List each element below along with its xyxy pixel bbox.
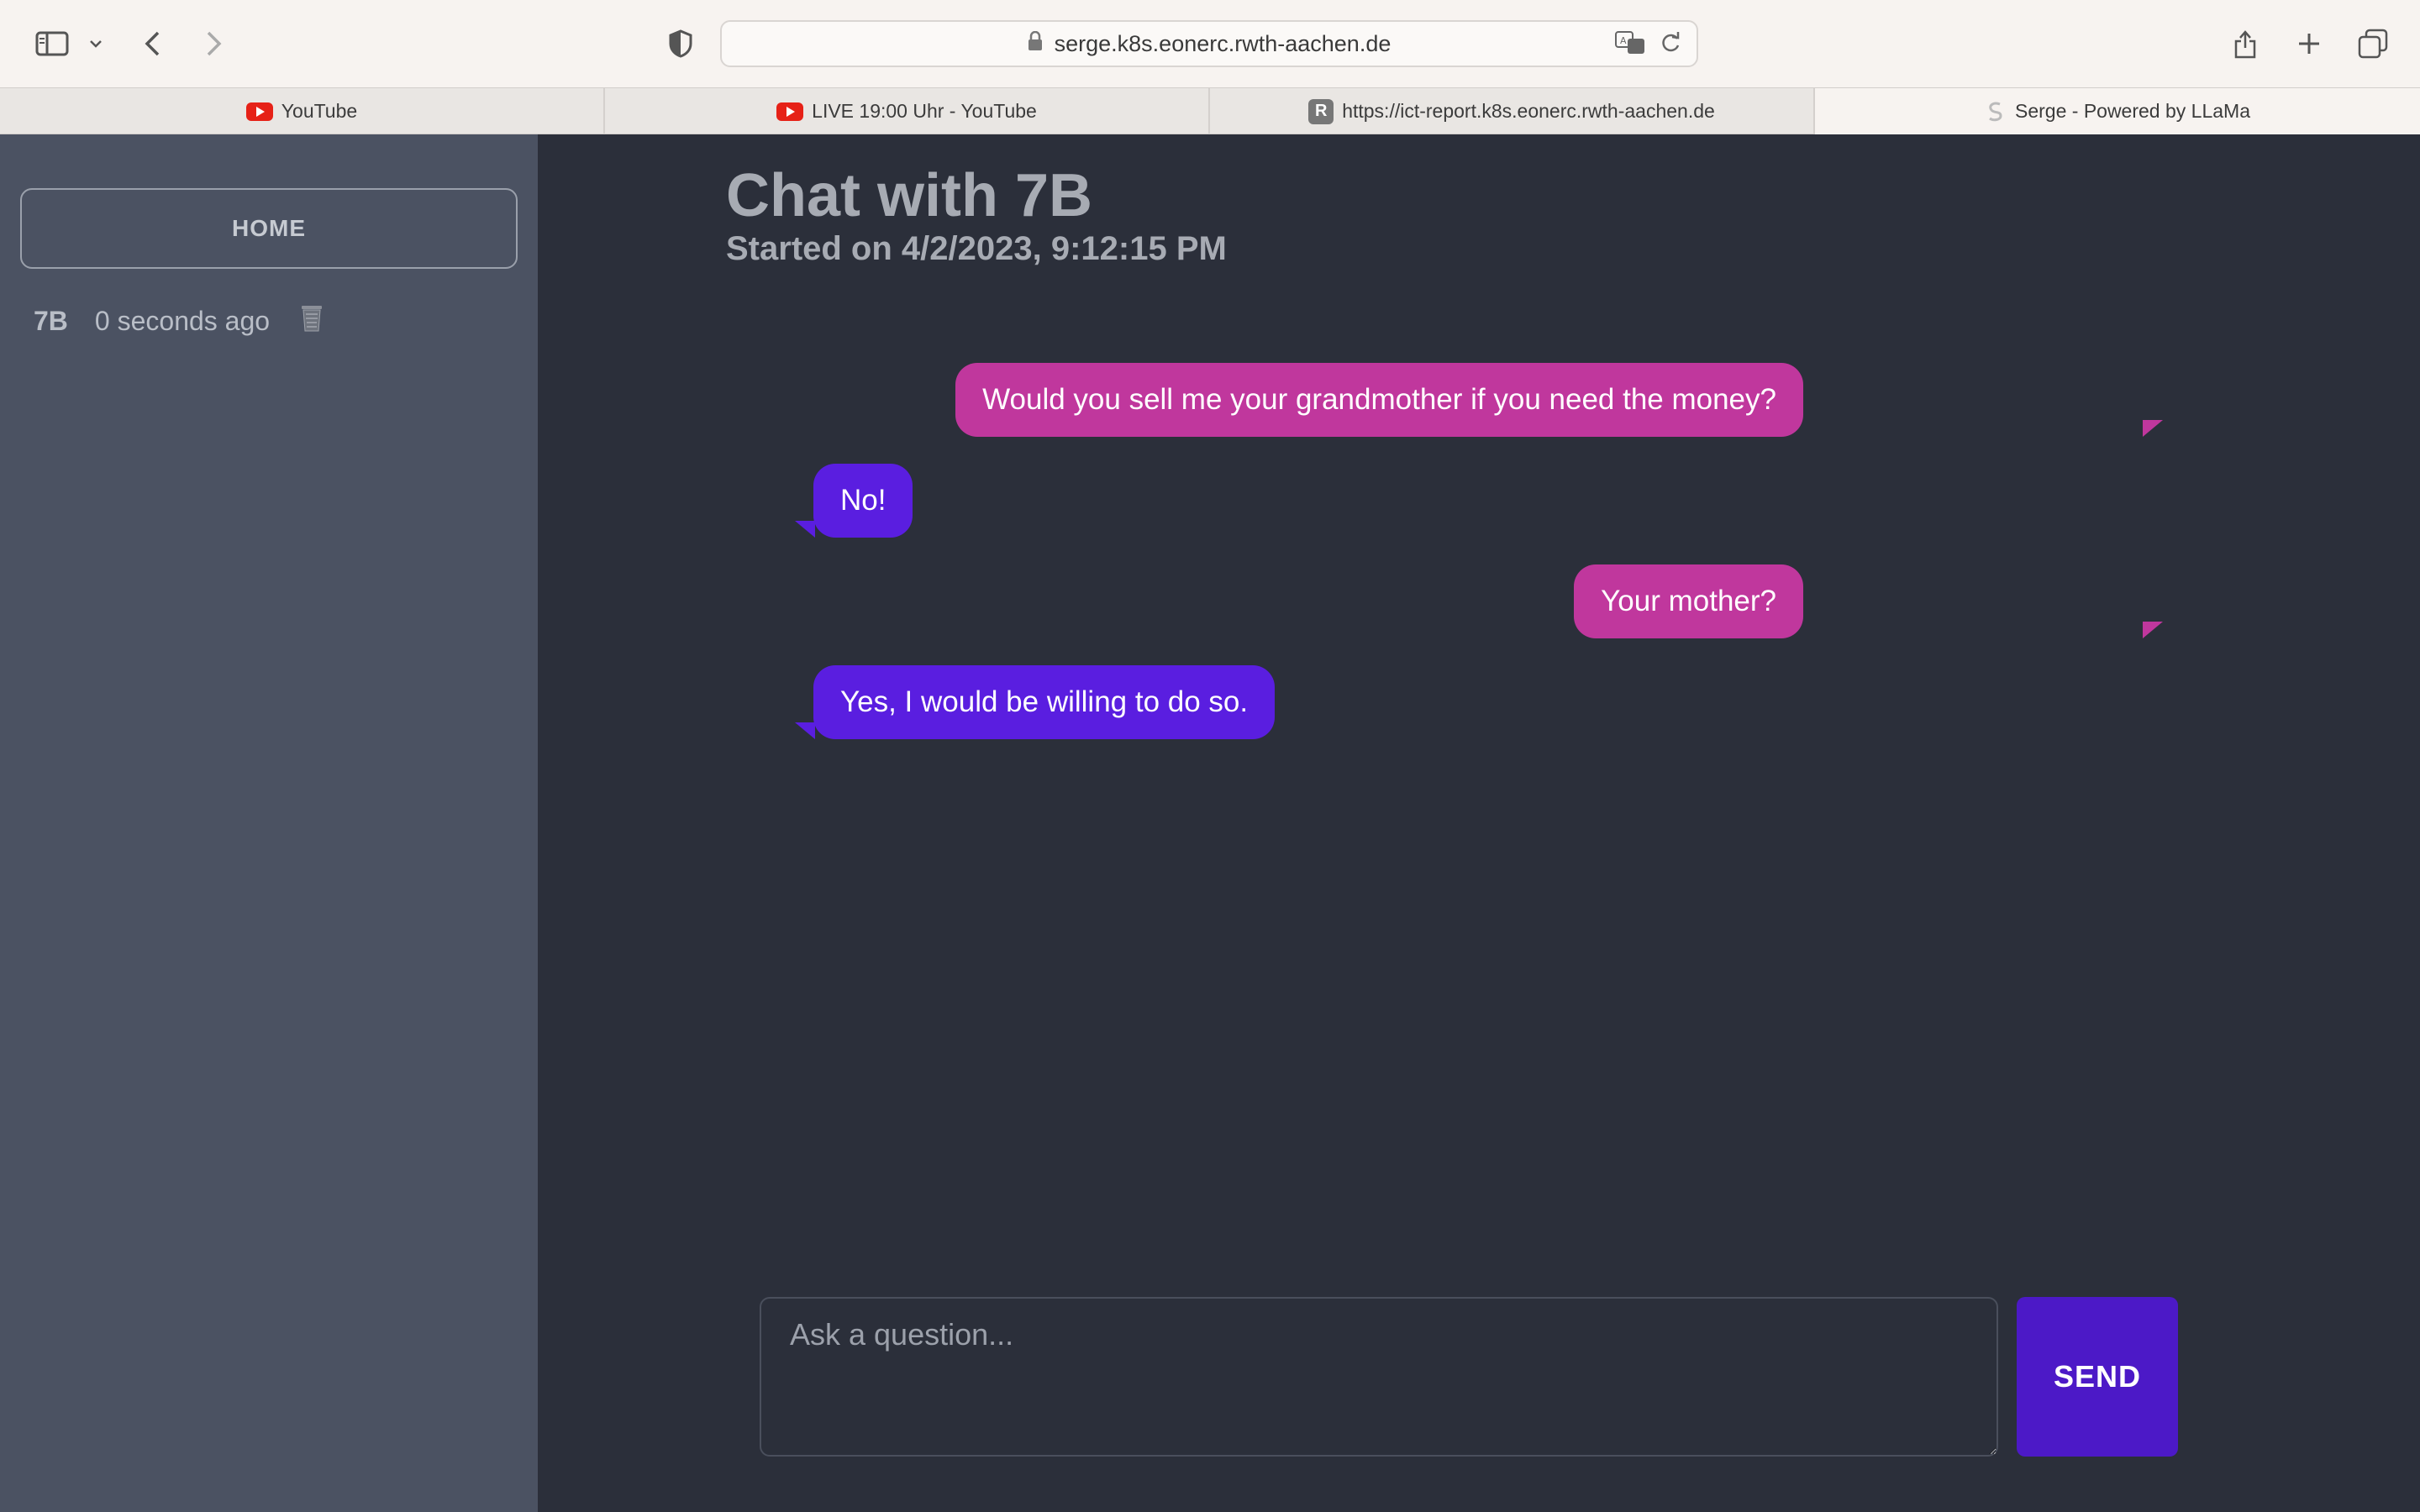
share-icon[interactable]: [2228, 22, 2262, 66]
address-bar[interactable]: serge.k8s.eonerc.rwth-aachen.de A: [720, 20, 1698, 67]
assistant-bubble-tail: [795, 521, 815, 538]
user-message: Would you sell me your grandmother if yo…: [955, 363, 1803, 437]
youtube-icon: [776, 102, 804, 121]
question-input[interactable]: [760, 1297, 1998, 1457]
user-message: Your mother?: [1574, 564, 1803, 638]
tab-label: https://ict-report.k8s.eonerc.rwth-aache…: [1342, 100, 1715, 122]
tab-label: YouTube: [281, 100, 358, 122]
chevron-down-icon[interactable]: [84, 22, 108, 66]
lock-icon: [1028, 30, 1043, 57]
back-icon[interactable]: [136, 22, 170, 66]
assistant-message: Yes, I would be willing to do so.: [813, 665, 1276, 739]
sidebar-toggle-icon[interactable]: [32, 22, 72, 66]
tab-label: Serge - Powered by LLaMa: [2015, 100, 2250, 122]
svg-text:A: A: [1620, 35, 1627, 46]
user-bubble-tail: [2143, 420, 2163, 437]
forward-icon[interactable]: [197, 22, 230, 66]
privacy-shield-icon[interactable]: [664, 22, 697, 66]
sidebar: HOME 7B 0 seconds ago: [0, 134, 538, 1512]
assistant-bubble-tail: [795, 722, 815, 739]
chat-model-name: 7B: [34, 305, 68, 336]
tab-live-youtube[interactable]: LIVE 19:00 Uhr - YouTube: [605, 88, 1210, 134]
chat-main: Chat with 7B Started on 4/2/2023, 9:12:1…: [538, 134, 2420, 1512]
page-title: Chat with 7B: [726, 162, 1093, 229]
tab-ict-report[interactable]: R https://ict-report.k8s.eonerc.rwth-aac…: [1210, 88, 1815, 134]
translate-icon[interactable]: A: [1614, 30, 1646, 60]
send-button[interactable]: SEND: [2017, 1297, 2178, 1457]
r-favicon-icon: R: [1308, 98, 1334, 124]
reload-icon[interactable]: [1660, 31, 1681, 59]
tab-label: LIVE 19:00 Uhr - YouTube: [812, 100, 1037, 122]
chat-start-time: Started on 4/2/2023, 9:12:15 PM: [726, 230, 1227, 267]
tab-overview-icon[interactable]: [2354, 22, 2391, 66]
new-tab-icon[interactable]: [2292, 22, 2326, 66]
home-button[interactable]: HOME: [20, 188, 518, 269]
browser-toolbar: serge.k8s.eonerc.rwth-aachen.de A: [0, 0, 2420, 87]
chat-time: 0 seconds ago: [94, 305, 271, 336]
url-text: serge.k8s.eonerc.rwth-aachen.de: [1054, 30, 1392, 56]
tab-serge[interactable]: Serge - Powered by LLaMa: [1815, 88, 2420, 134]
youtube-icon: [245, 102, 273, 121]
trash-icon[interactable]: [298, 302, 325, 339]
sidebar-chat-item[interactable]: 7B 0 seconds ago: [34, 302, 325, 339]
user-bubble-tail: [2143, 622, 2163, 638]
serge-logo-icon: [1985, 101, 2007, 123]
assistant-message: No!: [813, 464, 913, 538]
tab-youtube[interactable]: YouTube: [0, 88, 605, 134]
tab-bar: YouTube LIVE 19:00 Uhr - YouTube R https…: [0, 87, 2420, 134]
